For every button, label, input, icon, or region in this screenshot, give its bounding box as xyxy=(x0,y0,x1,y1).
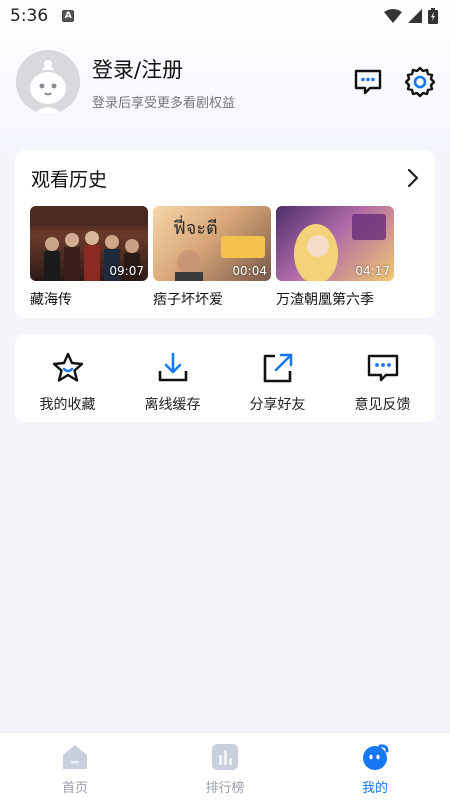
nav-item-ranking[interactable]: 排行榜 xyxy=(150,733,300,800)
profile-text[interactable]: 登录/注册 登录后享受更多看剧权益 xyxy=(92,54,235,111)
history-thumbnail[interactable]: 04:17 xyxy=(276,206,394,281)
bottom-nav: 首页 排行榜 我的 xyxy=(0,732,450,800)
wifi-icon xyxy=(384,9,402,23)
history-title[interactable]: 藏海传 xyxy=(30,289,148,309)
default-avatar-icon xyxy=(16,50,80,114)
feedback-button[interactable]: 意见反馈 xyxy=(330,334,435,422)
message-button[interactable] xyxy=(352,66,384,98)
ranking-icon xyxy=(212,744,238,770)
header-actions xyxy=(352,66,436,98)
status-time: 5:36 xyxy=(10,6,49,26)
favorites-button[interactable]: 我的收藏 xyxy=(15,334,120,422)
watch-history-title: 观看历史 xyxy=(31,168,108,191)
history-item[interactable]: ฟี่จะตี 00:04 痞子坏坏爱 xyxy=(153,206,271,309)
share-label: 分享好友 xyxy=(249,397,306,413)
history-title[interactable]: 痞子坏坏爱 xyxy=(153,289,271,309)
history-thumbnail[interactable]: ฟี่จะตี 00:04 xyxy=(153,206,271,281)
history-item[interactable]: 04:17 万渣朝凰第六季 xyxy=(276,206,394,309)
login-benefit-text: 登录后享受更多看剧权益 xyxy=(92,95,236,111)
feedback-icon xyxy=(365,350,401,386)
svg-text:ฟี่จะตี: ฟี่จะตี xyxy=(173,215,218,239)
history-thumbnail[interactable]: 09:07 xyxy=(30,206,148,281)
settings-button[interactable] xyxy=(404,66,436,98)
history-item[interactable]: 09:07 藏海传 xyxy=(30,206,148,309)
feedback-label: 意见反馈 xyxy=(354,397,411,413)
login-register-link[interactable]: 登录/注册 xyxy=(92,54,235,84)
download-icon xyxy=(155,350,191,386)
function-card: 我的收藏 离线缓存 分享好友 意见反馈 xyxy=(15,334,435,422)
nav-item-home[interactable]: 首页 xyxy=(0,733,150,800)
nav-label-home: 首页 xyxy=(61,781,88,796)
signal-icon xyxy=(408,9,422,23)
nav-item-mine[interactable]: 我的 xyxy=(300,733,450,800)
offline-cache-button[interactable]: 离线缓存 xyxy=(120,334,225,422)
message-icon xyxy=(354,69,382,95)
status-indicators xyxy=(384,8,438,24)
watch-history-header[interactable]: 观看历史 xyxy=(15,150,435,206)
mine-icon xyxy=(363,744,389,770)
history-duration: 09:07 xyxy=(109,264,144,278)
battery-icon xyxy=(428,8,438,24)
history-duration: 00:04 xyxy=(232,264,267,278)
history-title[interactable]: 万渣朝凰第六季 xyxy=(276,289,394,309)
notification-icon: A xyxy=(62,10,75,22)
profile-header: 登录/注册 登录后享受更多看剧权益 xyxy=(16,50,436,114)
chevron-right-icon[interactable] xyxy=(407,168,419,188)
watch-history-list: 09:07 藏海传 ฟี่จะตี 00:04 痞子坏坏爱 04:17 万渣朝凰… xyxy=(15,206,435,309)
star-icon xyxy=(50,350,86,386)
avatar[interactable] xyxy=(16,50,80,114)
share-icon xyxy=(260,350,296,386)
nav-label-ranking: 排行榜 xyxy=(205,781,245,796)
share-button[interactable]: 分享好友 xyxy=(225,334,330,422)
gear-icon xyxy=(404,66,436,98)
history-duration: 04:17 xyxy=(355,264,390,278)
home-icon xyxy=(63,745,87,769)
status-bar: 5:36 A xyxy=(0,0,450,32)
favorites-label: 我的收藏 xyxy=(39,397,96,413)
watch-history-card: 观看历史 09:07 藏海传 ฟี่จะตี 00:04 痞子坏坏爱 04:17… xyxy=(15,150,435,318)
nav-label-mine: 我的 xyxy=(361,781,388,796)
offline-cache-label: 离线缓存 xyxy=(144,397,201,413)
